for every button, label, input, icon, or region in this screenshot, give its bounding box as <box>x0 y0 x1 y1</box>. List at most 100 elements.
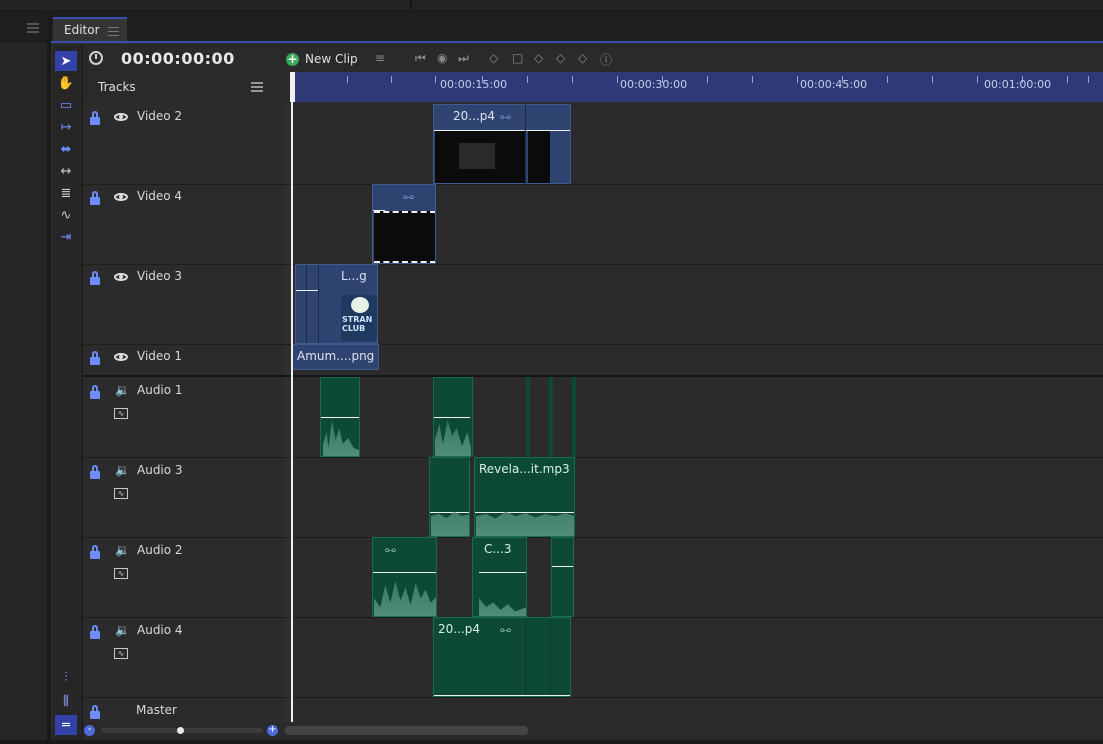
lock-icon[interactable] <box>88 385 100 400</box>
video-clip[interactable]: 20...p4 ⧟ <box>433 104 571 184</box>
hand-icon[interactable]: ✋ <box>55 73 77 93</box>
slide-icon[interactable]: ↔ <box>55 161 77 181</box>
link-icon[interactable]: ═ <box>55 715 77 735</box>
video-clip[interactable]: ⧟ <box>372 184 436 264</box>
audio-clip[interactable]: C...3 <box>472 537 527 617</box>
ruler-label: 00:00:15:00 <box>440 78 508 91</box>
tracks-height-icon[interactable]: ⫼ <box>55 691 77 711</box>
tracks-header: Tracks <box>83 72 283 103</box>
keyframe-icon[interactable]: ◇ <box>534 51 543 65</box>
skip-back-icon[interactable]: ⏮ <box>415 51 426 66</box>
track-name: Video 3 <box>137 269 183 283</box>
audio-clip[interactable] <box>429 457 470 537</box>
envelope-icon[interactable]: ∿ <box>114 408 128 419</box>
track-name: Audio 3 <box>137 463 183 477</box>
razor-icon[interactable]: ▭ <box>55 95 77 115</box>
curve-icon[interactable]: ∿ <box>55 205 77 225</box>
logo-text: STRAN CLUB <box>342 315 373 333</box>
track-area <box>83 102 1103 722</box>
marker-icon[interactable]: □ <box>512 51 523 65</box>
lock-icon[interactable] <box>88 271 100 286</box>
envelope-icon[interactable]: ∿ <box>114 648 128 659</box>
tracks-title: Tracks <box>98 80 136 94</box>
audio-clip[interactable] <box>320 377 360 457</box>
track-name: Audio 2 <box>137 543 183 557</box>
video-clip[interactable]: L...g STRAN CLUB <box>295 264 378 344</box>
dock-menu-icon[interactable] <box>27 23 39 33</box>
layers-icon[interactable]: ≡ <box>375 51 385 65</box>
audio-clip[interactable] <box>551 537 574 617</box>
keyframe-add-icon[interactable]: ◇ <box>556 51 565 65</box>
tab-editor[interactable]: Editor <box>53 17 127 41</box>
stretch-icon[interactable]: ≣ <box>55 183 77 203</box>
audio-clip[interactable] <box>526 377 530 457</box>
track-name: Video 4 <box>137 189 183 203</box>
dock-divider[interactable] <box>47 14 51 744</box>
lock-icon[interactable] <box>88 705 100 720</box>
audio-clip[interactable]: 20...p4 ⧟ <box>433 617 571 697</box>
horizontal-scrollbar[interactable] <box>285 726 528 735</box>
tracks-menu-icon[interactable] <box>251 82 263 94</box>
clip-thumbnail <box>528 131 550 183</box>
tab-menu-icon[interactable] <box>108 27 119 39</box>
video-clip[interactable]: Amum....png <box>292 344 379 370</box>
lock-icon[interactable] <box>88 545 100 560</box>
speaker-icon[interactable]: 🔉 <box>115 623 130 637</box>
lock-icon[interactable] <box>88 111 100 126</box>
editor-tab-bar: Editor <box>51 14 1103 43</box>
ruler-label: 00:00:30:00 <box>620 78 688 91</box>
eye-icon[interactable] <box>114 353 128 361</box>
timeline-ruler[interactable]: 00:00:15:00 00:00:30:00 00:00:45:00 00:0… <box>292 72 1103 102</box>
speaker-icon[interactable]: 🔉 <box>115 463 130 477</box>
new-clip-button[interactable]: + New Clip <box>286 51 358 67</box>
logo-thumbnail: STRAN CLUB <box>341 295 377 341</box>
mixer-icon[interactable]: ⫶ <box>55 667 77 687</box>
audio-clip[interactable]: ⧟ <box>372 537 437 617</box>
timecode-display[interactable]: 00:00:00:00 <box>121 49 235 68</box>
panel-separator <box>410 0 412 10</box>
lock-icon[interactable] <box>88 625 100 640</box>
pointer-icon[interactable]: ➤ <box>55 51 77 71</box>
link-chain-icon: ⧟ <box>500 110 511 123</box>
keyframe-prev-icon[interactable]: ◇ <box>489 51 498 65</box>
audio-clip[interactable] <box>572 377 576 457</box>
clock-icon <box>89 51 103 65</box>
link-chain-icon: ⧟ <box>385 543 396 556</box>
clip-name: 20...p4 <box>453 109 495 123</box>
window-bottom-edge <box>0 740 1103 744</box>
left-dock-header <box>0 14 50 42</box>
envelope-icon[interactable]: ∿ <box>114 488 128 499</box>
keyframe-next-icon[interactable]: ◇ <box>578 51 587 65</box>
ripple-icon[interactable]: ↦ <box>55 117 77 137</box>
info-icon[interactable]: ⓘ <box>600 51 612 68</box>
speaker-icon[interactable]: 🔉 <box>115 543 130 557</box>
lock-icon[interactable] <box>88 351 100 366</box>
playhead-handle[interactable] <box>290 72 295 102</box>
insert-icon[interactable]: ⇥ <box>55 227 77 247</box>
speaker-icon[interactable]: 🔉 <box>115 383 130 397</box>
clip-name: 20...p4 <box>438 622 480 636</box>
lock-icon[interactable] <box>88 465 100 480</box>
slip-icon[interactable]: ⬌ <box>55 139 77 159</box>
zoom-in-icon[interactable]: + <box>267 725 278 736</box>
audio-clip[interactable]: Revela...it.mp3 <box>474 457 575 537</box>
tab-editor-label: Editor <box>64 23 100 37</box>
record-icon[interactable]: ◉ <box>437 51 447 65</box>
ruler-label: 00:00:45:00 <box>800 78 868 91</box>
audio-clip[interactable] <box>549 377 553 457</box>
eye-icon[interactable] <box>114 273 128 281</box>
eye-icon[interactable] <box>114 193 128 201</box>
envelope-icon[interactable]: ∿ <box>114 568 128 579</box>
clip-name: C...3 <box>484 542 512 556</box>
skip-forward-icon[interactable]: ⏭ <box>458 51 469 66</box>
zoom-out-icon[interactable]: - <box>84 725 95 736</box>
eye-icon[interactable] <box>114 113 128 121</box>
zoom-slider-handle[interactable] <box>177 727 184 734</box>
lock-icon[interactable] <box>88 191 100 206</box>
timeline-toolbar: 00:00:00:00 + New Clip ≡ ⏮ ◉ ⏭ ◇ □ ◇ ◇ ◇… <box>83 45 1103 72</box>
clip-thumbnail <box>374 211 435 263</box>
add-icon: + <box>286 51 299 66</box>
ruler-label: 00:01:00:00 <box>984 78 1052 91</box>
audio-clip[interactable] <box>433 377 473 457</box>
playhead-line[interactable] <box>291 102 293 722</box>
